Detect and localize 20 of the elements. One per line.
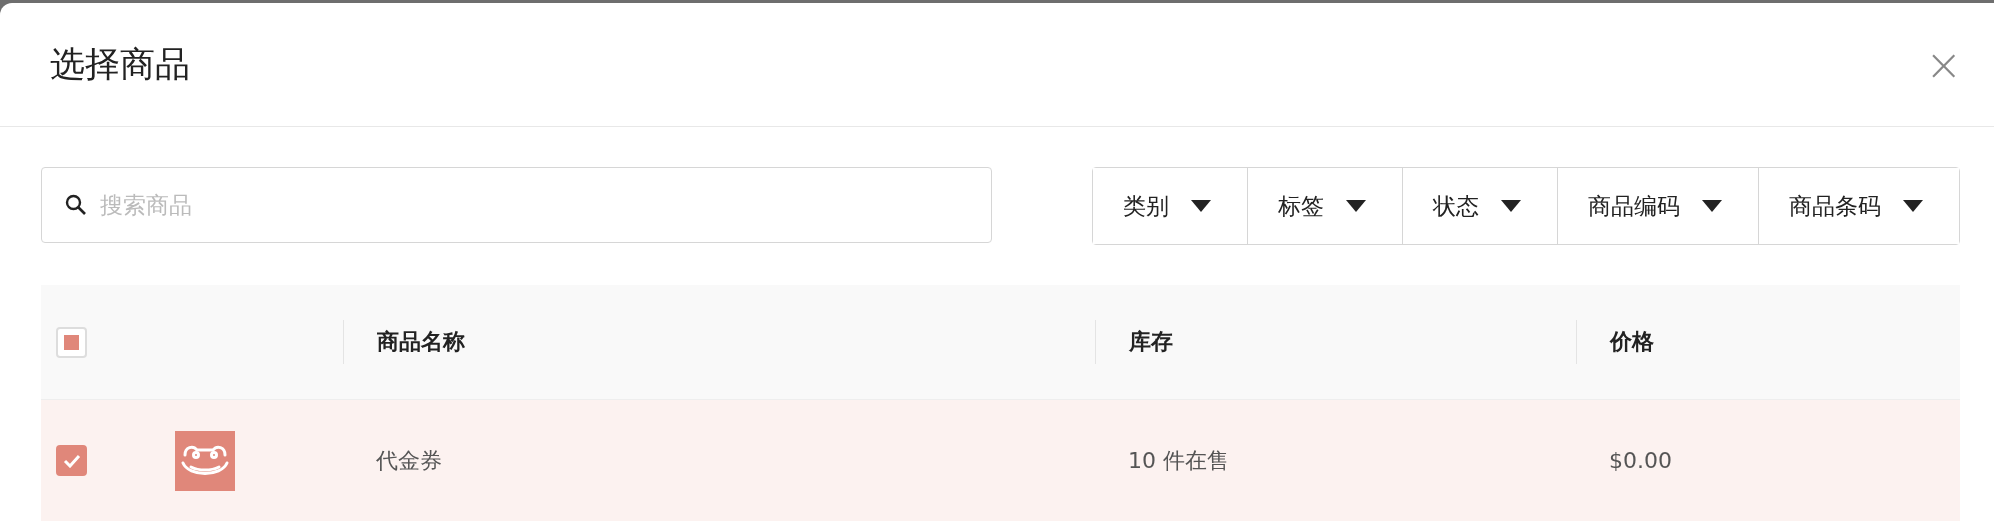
caret-icon [1903, 200, 1923, 212]
dialog-title: 选择商品 [50, 43, 190, 86]
select-all-checkbox[interactable] [56, 326, 87, 358]
check-icon [62, 453, 81, 468]
column-header: 价格 [1610, 328, 1654, 356]
caret-icon [1191, 200, 1211, 212]
search-icon [65, 194, 87, 216]
column-header: 商品名称 [377, 328, 465, 356]
table-cell-text: 10 件在售 [1128, 446, 1229, 475]
caret-icon [1702, 200, 1722, 212]
row-checkbox[interactable] [56, 445, 87, 476]
filter-dropdown[interactable]: 商品条码 [1758, 168, 1959, 244]
caret-icon [1501, 200, 1521, 212]
search-field[interactable]: 搜索商品 [41, 167, 992, 243]
close-button[interactable]: × [1925, 42, 1962, 87]
product-thumbnail [175, 430, 235, 491]
table-cell-text: 代金券 [376, 446, 442, 475]
caret-icon [1346, 200, 1366, 212]
column-header: 库存 [1129, 328, 1173, 356]
table-cell: $0.00 [1609, 448, 1672, 473]
